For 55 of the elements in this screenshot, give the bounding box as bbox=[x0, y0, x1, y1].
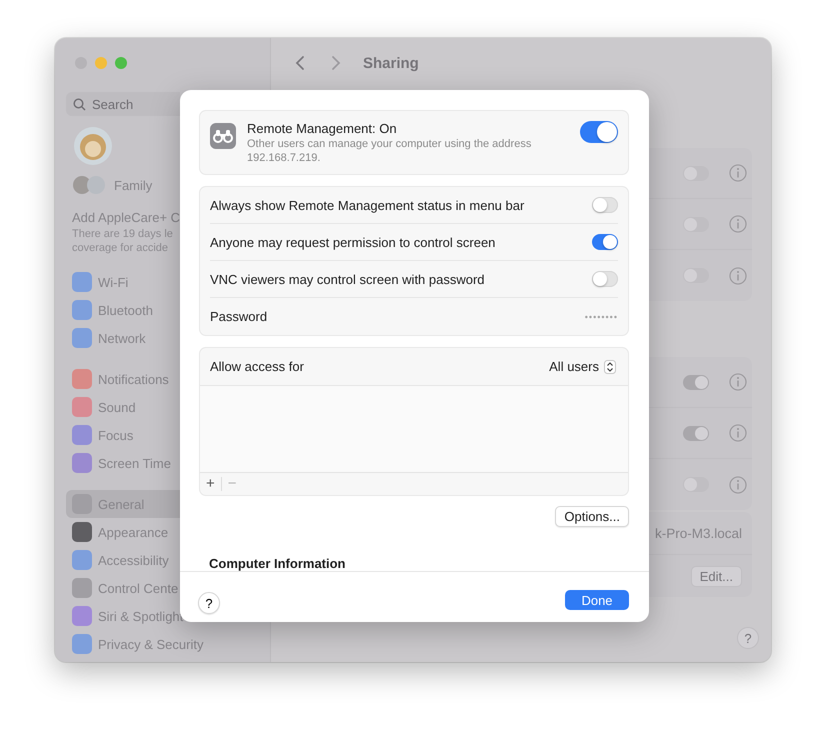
window-title: Sharing bbox=[363, 54, 419, 72]
search-field[interactable]: Search bbox=[66, 92, 180, 116]
sidebar-item[interactable]: Sound bbox=[66, 393, 180, 421]
option-label: Always show Remote Management status in menu bar bbox=[210, 198, 524, 212]
info-icon[interactable] bbox=[729, 164, 747, 182]
users-popup[interactable]: All users bbox=[549, 359, 616, 374]
add-button[interactable]: + bbox=[204, 475, 217, 493]
sidebar-item[interactable]: Privacy & Security bbox=[66, 630, 210, 658]
sidebar-item[interactable]: Bluetooth bbox=[66, 296, 180, 324]
password-field[interactable]: •••••••• bbox=[584, 312, 618, 322]
sidebar-item[interactable]: Network bbox=[66, 324, 180, 352]
hostname-text: k-Pro-M3.local bbox=[654, 526, 742, 540]
sidebar-item[interactable]: Screen Time bbox=[66, 449, 180, 477]
family-label[interactable]: Family bbox=[114, 178, 152, 192]
info-icon[interactable] bbox=[729, 476, 747, 494]
dialog-title: Remote Management: On bbox=[247, 121, 398, 137]
zoom-light-icon[interactable] bbox=[115, 57, 127, 69]
minimize-light-icon[interactable] bbox=[95, 57, 107, 69]
toggle-switch[interactable] bbox=[592, 197, 618, 213]
sidebar-item[interactable]: Notifications bbox=[66, 365, 180, 393]
forward-icon[interactable] bbox=[331, 55, 341, 71]
toggle-switch[interactable] bbox=[592, 234, 618, 250]
toggle-switch[interactable] bbox=[683, 374, 709, 390]
sidebar-item[interactable]: Control Cente bbox=[66, 574, 184, 602]
option-label: Anyone may request permission to control screen bbox=[210, 234, 496, 250]
family-avatars-icon bbox=[72, 175, 106, 195]
toggle-switch[interactable] bbox=[580, 121, 618, 143]
sidebar-item[interactable]: Accessibility bbox=[66, 546, 180, 574]
help-button[interactable]: ? bbox=[737, 627, 759, 649]
access-label: Allow access for bbox=[210, 359, 304, 374]
section-title: Computer Information bbox=[208, 556, 346, 571]
help-button[interactable]: ? bbox=[198, 592, 220, 614]
applecare-title[interactable]: Add AppleCare+ C bbox=[72, 210, 180, 227]
option-label: VNC viewers may control screen with password bbox=[210, 272, 485, 286]
avatar-icon[interactable] bbox=[74, 127, 112, 165]
options-button[interactable]: Options... bbox=[555, 506, 629, 527]
remove-button[interactable]: − bbox=[226, 475, 239, 493]
edit-button[interactable]: Edit... bbox=[690, 566, 742, 586]
info-icon[interactable] bbox=[729, 424, 747, 442]
sidebar-item[interactable]: Siri & Spotlight bbox=[66, 602, 190, 630]
info-icon[interactable] bbox=[729, 266, 747, 284]
sidebar-item[interactable]: Wi-Fi bbox=[66, 268, 180, 296]
done-button[interactable]: Done bbox=[565, 590, 629, 610]
dialog-description: Other users can manage your computer using the address 192.168.7.219. bbox=[247, 137, 532, 165]
back-icon[interactable] bbox=[295, 55, 305, 71]
info-icon[interactable] bbox=[729, 373, 747, 391]
sidebar-item[interactable]: Appearance bbox=[66, 518, 180, 546]
binoculars-icon bbox=[210, 123, 236, 149]
toggle-switch[interactable] bbox=[592, 271, 618, 287]
info-icon[interactable] bbox=[729, 215, 747, 233]
option-label: Password bbox=[210, 309, 268, 324]
toggle-switch[interactable] bbox=[683, 426, 709, 440]
sidebar-item[interactable]: Focus bbox=[66, 421, 180, 449]
search-icon bbox=[73, 98, 86, 111]
updown-icon bbox=[604, 360, 616, 374]
